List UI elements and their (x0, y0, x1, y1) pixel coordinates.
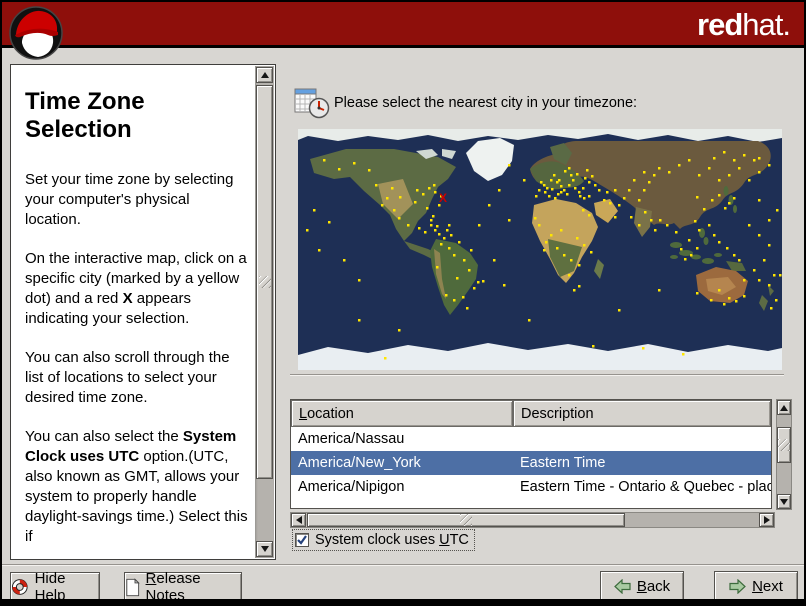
help-paragraph: Set your time zone by selecting your com… (25, 171, 234, 228)
arrow-right-icon (763, 516, 770, 524)
page-title: Time Zone Selection (25, 88, 145, 143)
scroll-right-button[interactable] (759, 513, 774, 527)
thumb-grip-icon (460, 514, 472, 526)
table-row[interactable]: America/New_York Eastern Time (291, 451, 771, 475)
cell-description: Eastern Time (520, 455, 606, 471)
window-bottom-border (2, 599, 804, 604)
thumb-grip-icon (258, 276, 271, 288)
installer-window: redhat. Time Zone Selection Set your tim… (0, 0, 806, 606)
help-scrollbar[interactable] (255, 66, 274, 558)
thumb-grip-icon (778, 439, 790, 451)
table-header: Location Description (291, 400, 771, 427)
help-paragraph: You can also scroll through the list of … (25, 349, 230, 406)
scroll-down-button[interactable] (777, 494, 791, 509)
scroll-up-button[interactable] (777, 400, 791, 415)
scroll-left-button[interactable] (291, 513, 306, 527)
arrow-down-icon (780, 498, 788, 505)
scroll-thumb[interactable] (307, 513, 625, 527)
wordmark-red: red (697, 7, 743, 42)
footer-separator (2, 564, 804, 566)
scroll-thumb[interactable] (256, 85, 273, 479)
map-separator (290, 374, 784, 376)
arrow-up-icon (260, 72, 269, 78)
help-text: Time Zone Selection Set your time zone b… (12, 66, 255, 558)
header-bar (2, 2, 804, 48)
help-panel: Time Zone Selection Set your time zone b… (10, 64, 276, 560)
document-icon (126, 577, 140, 596)
redhat-wordmark: redhat. (697, 7, 791, 43)
column-header-location[interactable]: Location (291, 400, 513, 427)
timezone-clock-icon (294, 88, 330, 119)
arrow-down-icon (260, 546, 269, 552)
next-button[interactable]: Next (714, 571, 798, 601)
utc-checkbox[interactable] (295, 533, 309, 547)
utc-checkbox-label: System clock uses UTC (315, 532, 469, 548)
arrow-left-icon (295, 516, 302, 524)
column-header-description[interactable]: Description (513, 400, 771, 427)
cell-location: America/Nassau (298, 431, 405, 447)
arrow-up-icon (780, 404, 788, 411)
selection-marker: X (439, 191, 447, 205)
hide-help-button[interactable]: Hide Help (10, 570, 100, 604)
release-notes-button[interactable]: Release Notes (124, 570, 242, 604)
utc-checkbox-group[interactable]: System clock uses UTC (292, 529, 475, 551)
wordmark-hat: hat (742, 7, 783, 42)
wordmark-period: . (782, 7, 791, 42)
help-paragraph: On the interactive map, click on a speci… (25, 250, 247, 327)
scroll-thumb[interactable] (777, 427, 791, 463)
cell-location: America/New_York (298, 455, 421, 471)
table-hscrollbar[interactable] (290, 512, 775, 528)
table-row[interactable]: America/Nassau (291, 427, 771, 451)
help-paragraphs: Set your time zone by selecting your com… (25, 170, 249, 547)
scroll-down-button[interactable] (256, 541, 273, 557)
cell-description: Eastern Time - Ontario & Quebec - places… (520, 479, 771, 495)
prompt-label: Please select the nearest city in your t… (334, 95, 638, 111)
redhat-shadowman-logo-icon (9, 6, 63, 60)
table-row[interactable]: America/Nipigon Eastern Time - Ontario & … (291, 475, 771, 499)
table-vscrollbar[interactable] (776, 399, 792, 510)
back-label: Back (636, 577, 671, 595)
world-map[interactable]: X (298, 129, 782, 370)
timezone-table: Location Description America/Nassau Ameri… (290, 399, 772, 509)
timezone-list: America/Nassau America/New_York Eastern Ti… (291, 427, 771, 499)
next-arrow-icon (729, 578, 746, 594)
cell-location: America/Nipigon (298, 479, 405, 495)
checkmark-icon (297, 535, 307, 545)
utc-row: System clock uses UTC (292, 529, 475, 551)
next-label: Next (752, 577, 783, 595)
back-button[interactable]: Back (600, 571, 684, 601)
help-paragraph: You can also select the System Clock use… (25, 428, 248, 545)
back-arrow-icon (613, 578, 631, 594)
scroll-up-button[interactable] (256, 67, 273, 83)
life-preserver-icon (11, 579, 28, 595)
